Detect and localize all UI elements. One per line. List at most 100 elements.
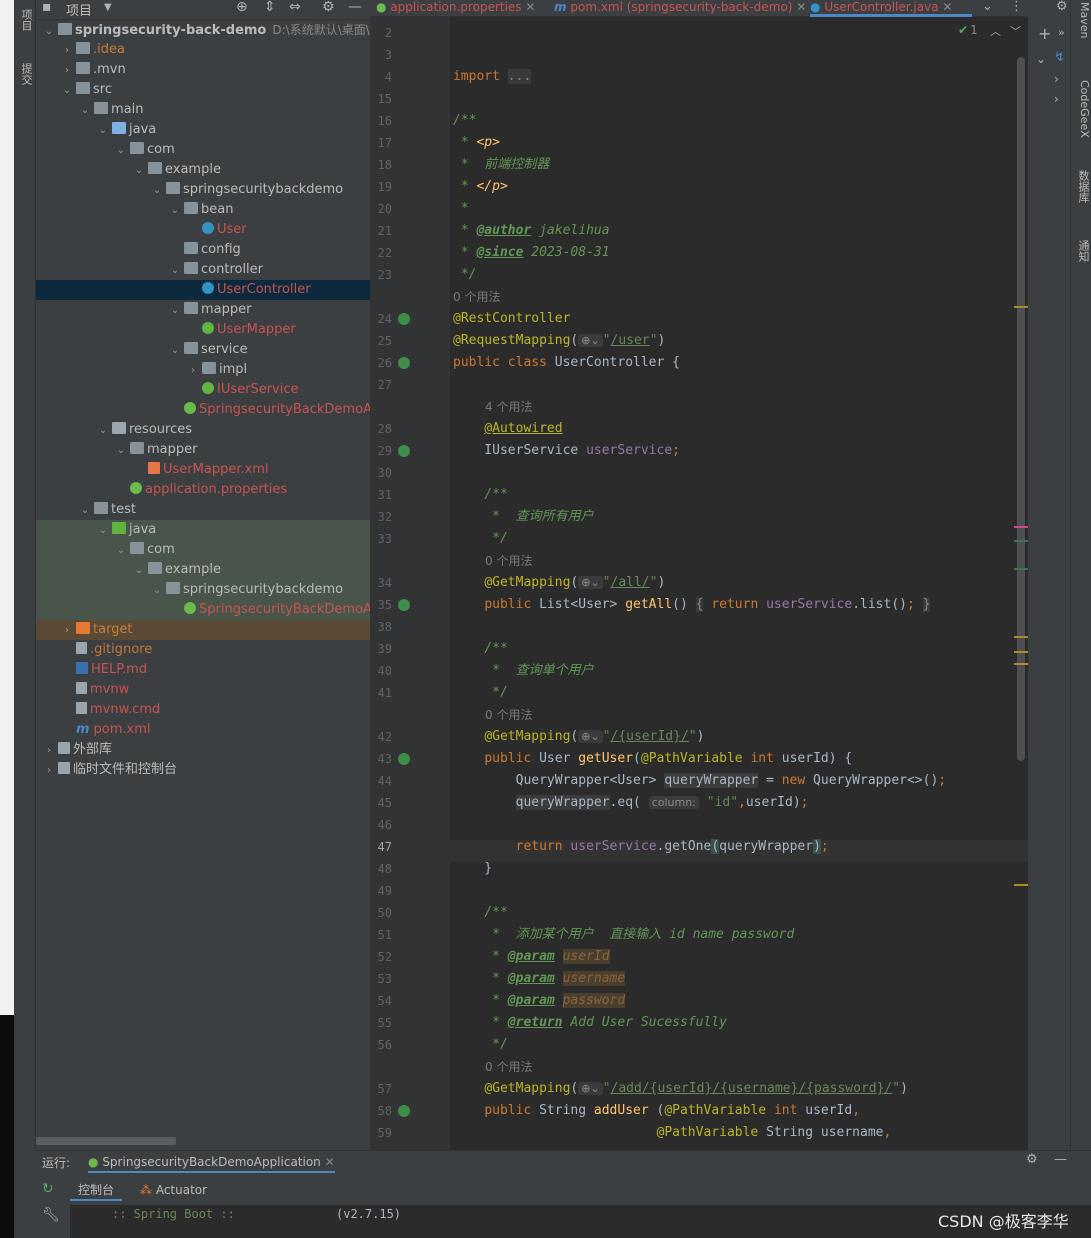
tree-item[interactable]: User xyxy=(36,220,370,240)
tree-item[interactable]: IUserService xyxy=(36,380,370,400)
chevron-down-icon[interactable]: ⌄ xyxy=(168,341,182,361)
codegeex-tool-tab[interactable]: CodeGeeX xyxy=(1073,80,1091,160)
chevron-down-icon[interactable]: ⌄ xyxy=(78,501,92,521)
tree-item[interactable]: ⌄ java xyxy=(36,520,370,540)
tree-item[interactable]: mvnw xyxy=(36,680,370,700)
notifications-tool-tab[interactable]: 通知 xyxy=(1073,240,1091,280)
chevron-down-icon[interactable]: ⌄ xyxy=(96,521,110,541)
tree-item[interactable]: UserMapper.xml xyxy=(36,460,370,480)
bean-gutter-icon[interactable] xyxy=(398,1105,410,1117)
tree-item[interactable]: ⌄ test xyxy=(36,500,370,520)
bean-gutter-icon[interactable] xyxy=(398,753,410,765)
tab-pom-xml[interactable]: m pom.xml (springsecurity-back-demo) ✕ xyxy=(554,0,806,17)
tree-item[interactable]: › impl xyxy=(36,360,370,380)
wrench-icon[interactable]: 🔧︎ xyxy=(42,1207,60,1223)
minimize-icon[interactable]: — xyxy=(348,0,362,15)
chevron-down-icon[interactable]: ⌄ xyxy=(132,561,146,581)
tree-item[interactable]: SpringsecurityBackDemoApplication xyxy=(36,400,370,420)
tree-item[interactable]: config xyxy=(36,240,370,260)
chevron-right-icon[interactable]: › xyxy=(60,621,74,641)
tree-item[interactable]: .gitignore xyxy=(36,640,370,660)
tree-item[interactable]: › .mvn xyxy=(36,60,370,80)
chevron-right-icon[interactable]: › xyxy=(1054,92,1059,106)
tree-item[interactable]: ⌄ mapper xyxy=(36,300,370,320)
chevron-down-icon[interactable]: ⌄ xyxy=(168,301,182,321)
expand-all-icon[interactable]: ⇕ xyxy=(264,0,276,15)
database-tool-tab[interactable]: 数据库 xyxy=(1073,170,1091,220)
tree-item[interactable]: mvnw.cmd xyxy=(36,700,370,720)
usages-hint[interactable]: 0 个用法 xyxy=(485,550,532,572)
chevron-right-icon[interactable]: › xyxy=(42,761,56,781)
chevron-down-icon[interactable]: ⌄ xyxy=(114,541,128,561)
chevron-down-icon[interactable]: ⌄ xyxy=(150,181,164,201)
tree-item[interactable]: ⌄ bean xyxy=(36,200,370,220)
usages-hint[interactable]: 4 个用法 xyxy=(485,396,532,418)
arrow-icon[interactable]: ↯ xyxy=(1054,50,1065,65)
rerun-icon[interactable]: ↻ xyxy=(42,1181,54,1197)
code-editor[interactable]: import ... /** * <p> * 前端控制器 * </p> * * @… xyxy=(450,17,1028,1150)
chevron-down-icon[interactable]: ⌄ xyxy=(60,81,74,101)
chevron-down-icon[interactable]: ⌄ xyxy=(96,421,110,441)
tree-item[interactable]: ⌄ resources xyxy=(36,420,370,440)
more-icon[interactable]: » xyxy=(1058,26,1065,39)
tree-item[interactable]: ⌄ springsecurity-back-demo D:\系统默认\桌面\博客 xyxy=(36,20,370,40)
tree-item[interactable]: m pom.xml xyxy=(36,720,370,740)
inspection-widget[interactable]: ✔ 1 xyxy=(958,23,978,37)
close-icon[interactable]: ✕ xyxy=(942,0,952,14)
chevron-right-icon[interactable]: › xyxy=(60,61,74,81)
chevron-down-icon[interactable]: ⌄ xyxy=(168,201,182,221)
close-icon[interactable]: ✕ xyxy=(796,0,806,14)
tree-item[interactable]: UserMapper xyxy=(36,320,370,340)
commit-tool-tab[interactable]: 提交 xyxy=(16,52,34,96)
console-tab[interactable]: 控制台 xyxy=(70,1179,123,1201)
chevron-down-icon[interactable]: ⌄ xyxy=(114,441,128,461)
usages-hint[interactable]: 0 个用法 xyxy=(485,704,532,726)
tree-item[interactable]: ⌄ java xyxy=(36,120,370,140)
tree-item[interactable]: ⌄ com xyxy=(36,540,370,560)
bean-gutter-icon[interactable] xyxy=(398,445,410,457)
usages-hint[interactable]: 0 个用法 xyxy=(453,286,500,308)
run-config-tab[interactable]: ● SpringsecurityBackDemoApplication ✕ xyxy=(88,1151,335,1173)
minimize-icon[interactable]: — xyxy=(1054,1152,1067,1167)
tree-item[interactable]: ⌄ com xyxy=(36,140,370,160)
usages-hint[interactable]: 0 个用法 xyxy=(485,1056,532,1078)
bean-gutter-icon[interactable] xyxy=(398,313,410,325)
tree-item[interactable]: application.properties xyxy=(36,480,370,500)
maven-tool-tab[interactable]: Maven xyxy=(1073,2,1091,62)
tab-application-properties[interactable]: ● application.properties ✕ xyxy=(376,0,548,17)
chevron-down-icon[interactable]: ⌄ xyxy=(114,141,128,161)
bean-gutter-icon[interactable] xyxy=(398,357,410,369)
chevron-down-icon[interactable]: ⌄ xyxy=(42,22,56,42)
tree-item[interactable]: ⌄ springsecuritybackdemo xyxy=(36,580,370,600)
tree-item[interactable]: › .idea xyxy=(36,40,370,60)
chevron-down-icon[interactable]: ⌄ xyxy=(982,0,993,14)
close-icon[interactable]: ✕ xyxy=(325,1155,335,1169)
tree-item[interactable]: › target xyxy=(36,620,370,640)
bean-gutter-icon[interactable] xyxy=(398,599,410,611)
locate-icon[interactable]: ⊕ xyxy=(236,0,248,15)
tree-item[interactable]: › 外部库 xyxy=(36,740,370,760)
gear-icon[interactable]: ⚙ xyxy=(322,0,335,15)
more-icon[interactable]: ⋮ xyxy=(1010,0,1023,14)
tree-item[interactable]: SpringsecurityBackDemoApplication xyxy=(36,600,370,620)
tree-item[interactable]: ⌄ example xyxy=(36,160,370,180)
tree-item[interactable]: ⌄ service xyxy=(36,340,370,360)
tree-item[interactable]: ⌄ springsecuritybackdemo xyxy=(36,180,370,200)
tree-item[interactable]: UserController xyxy=(36,280,370,300)
project-tool-tab[interactable]: 项目 xyxy=(16,0,34,40)
tree-item[interactable]: ⌄ main xyxy=(36,100,370,120)
gear-icon[interactable]: ⚙ xyxy=(1026,1152,1038,1167)
actuator-tab[interactable]: ⁂ Actuator xyxy=(134,1179,213,1201)
chevron-up-icon[interactable]: ︿ xyxy=(990,23,1001,39)
chevron-down-icon[interactable]: ▼ xyxy=(104,2,112,13)
chevron-right-icon[interactable]: › xyxy=(42,741,56,761)
vertical-scrollbar[interactable] xyxy=(1017,57,1025,761)
chevron-down-icon[interactable]: ⌄ xyxy=(1036,52,1046,66)
chevron-down-icon[interactable]: ⌄ xyxy=(78,101,92,121)
chevron-right-icon[interactable]: › xyxy=(1054,72,1059,86)
chevron-right-icon[interactable]: › xyxy=(60,41,74,61)
horizontal-scrollbar[interactable] xyxy=(36,1137,176,1145)
tree-item[interactable]: › 临时文件和控制台 xyxy=(36,760,370,780)
chevron-right-icon[interactable]: › xyxy=(186,361,200,381)
tree-item[interactable]: ⌄ mapper xyxy=(36,440,370,460)
